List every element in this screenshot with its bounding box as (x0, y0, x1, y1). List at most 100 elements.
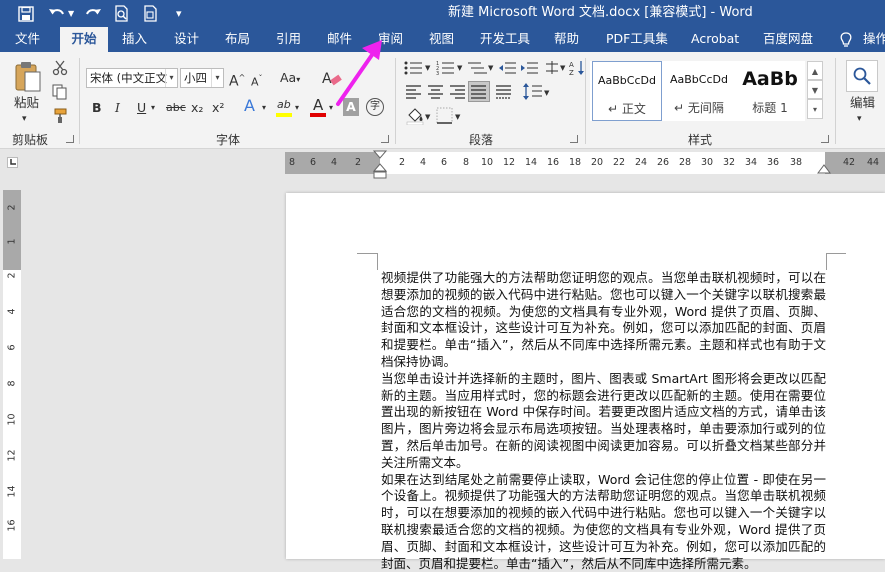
justify-button[interactable] (468, 81, 490, 102)
ruler-tick-label: 16 (546, 157, 560, 168)
highlight-button[interactable]: ab (277, 96, 291, 114)
clipboard-launcher-icon[interactable] (66, 135, 74, 143)
paragraph-launcher-icon[interactable] (570, 135, 578, 143)
ruler-tick-label: 12 (502, 157, 516, 168)
document-page[interactable]: 视频提供了功能强大的方法帮助您证明您的观点。当您单击联机视频时，可以在想要添加的… (286, 193, 885, 571)
font-name-combo[interactable]: 宋体 (中文正文 ▾ (86, 68, 178, 88)
paragraph[interactable]: 视频提供了功能强大的方法帮助您证明您的观点。当您单击联机视频时，可以在想要添加的… (381, 270, 826, 371)
subscript-button[interactable]: x₂ (191, 99, 203, 117)
styles-launcher-icon[interactable] (821, 135, 829, 143)
style-no-spacing-sample: AaBbCcDd (670, 73, 728, 86)
distributed-icon[interactable] (496, 85, 512, 102)
editing-dropdown-icon[interactable]: ▾ (857, 110, 862, 128)
lightbulb-icon[interactable] (839, 27, 853, 52)
undo-dropdown-icon[interactable]: ▼ (68, 0, 74, 27)
multilevel-list-icon[interactable]: ▼ (467, 61, 495, 78)
text-effects-dropdown-icon[interactable]: ▾ (262, 99, 266, 117)
highlight-dropdown-icon[interactable]: ▾ (295, 99, 299, 117)
style-scroll-up-icon[interactable]: ▲ (807, 61, 823, 80)
editing-button[interactable]: 编辑 (850, 94, 875, 112)
format-painter-icon[interactable] (52, 108, 68, 127)
style-no-spacing[interactable]: AaBbCcDd ↵ 无间隔 (664, 61, 734, 121)
font-launcher-icon[interactable] (381, 135, 389, 143)
copy-icon[interactable] (52, 84, 68, 103)
bullets-icon[interactable]: ▼ (404, 61, 432, 78)
align-left-icon[interactable] (406, 85, 422, 102)
superscript-button[interactable]: x² (212, 99, 224, 117)
ruler-tick-label: 28 (678, 157, 692, 168)
font-name-dropdown-icon[interactable]: ▾ (165, 69, 177, 87)
tab-design[interactable]: 设计 (174, 27, 199, 52)
style-heading-1[interactable]: AaBb 标题 1 (736, 61, 804, 121)
text-effects-button[interactable]: A (244, 97, 255, 115)
document-body[interactable]: 视频提供了功能强大的方法帮助您证明您的观点。当您单击联机视频时，可以在想要添加的… (381, 270, 826, 572)
undo-icon[interactable] (48, 0, 66, 27)
print-preview-icon[interactable] (114, 0, 130, 27)
style-normal[interactable]: AaBbCcDd ↵ 正文 (592, 61, 662, 121)
sort-icon[interactable]: AZ (569, 60, 585, 79)
indent-markers-icon[interactable] (372, 150, 388, 180)
line-spacing-icon[interactable]: ▼ (523, 83, 551, 104)
change-case-button[interactable]: Aa▾ (280, 69, 300, 89)
style-more-icon[interactable]: ▾ (807, 99, 823, 119)
tab-insert[interactable]: 插入 (122, 27, 147, 52)
underline-button[interactable]: U (137, 99, 146, 117)
tab-layout[interactable]: 布局 (225, 27, 250, 52)
ruler-tick-label: 16 (6, 519, 18, 532)
increase-indent-icon[interactable] (521, 61, 539, 78)
ruler-tick-label: 6 (6, 344, 18, 351)
paragraph[interactable]: 当您单击设计并选择新的主题时，图片、图表或 SmartArt 图形将会更改以匹配… (381, 371, 826, 472)
chinese-layout-icon[interactable]: ▼ (545, 61, 567, 78)
vertical-ruler[interactable]: 2 1 2 4 6 8 10 12 14 16 (3, 190, 21, 559)
ruler-tick-label: 6 (440, 157, 448, 168)
redo-icon[interactable] (84, 0, 102, 27)
tab-home[interactable]: 开始 (60, 27, 108, 52)
paragraph[interactable]: 如果在达到结尾处之前需要停止读取，Word 会记住您的停止位置 - 即使在另一个… (381, 472, 826, 572)
styles-group-label: 样式 (688, 133, 713, 147)
tab-baidu-netdisk[interactable]: 百度网盘 (763, 27, 813, 52)
tab-file[interactable]: 文件 (15, 27, 40, 52)
align-right-icon[interactable] (450, 85, 466, 102)
annotation-arrow-icon (336, 40, 382, 106)
find-icon[interactable] (846, 60, 878, 92)
italic-button[interactable]: I (115, 99, 120, 117)
tab-selector-icon[interactable] (7, 157, 18, 168)
cut-icon[interactable] (52, 60, 68, 79)
highlight-color-bar (276, 113, 292, 117)
tab-pdf-tools[interactable]: PDF工具集 (606, 27, 668, 52)
new-doc-icon[interactable] (143, 0, 159, 27)
bold-button[interactable]: B (92, 99, 102, 117)
customize-icon[interactable]: ▾ (176, 0, 182, 27)
numbering-icon[interactable]: 1 2 3 ▼ (436, 61, 464, 78)
font-size-dropdown-icon[interactable]: ▾ (211, 69, 223, 87)
font-size-combo[interactable]: 小四 ▾ (180, 68, 224, 88)
crop-mark (826, 253, 827, 270)
shading-icon[interactable]: ▼ (406, 107, 432, 128)
svg-text:A: A (569, 61, 574, 69)
save-icon[interactable] (18, 0, 34, 27)
grow-font-button[interactable]: A^ (229, 69, 245, 91)
right-indent-icon[interactable] (817, 162, 831, 174)
style-gallery-scroll[interactable]: ▲ ▼ ▾ (807, 61, 823, 121)
style-scroll-down-icon[interactable]: ▼ (807, 80, 823, 99)
tab-references[interactable]: 引用 (276, 27, 301, 52)
borders-icon[interactable]: ▼ (436, 107, 464, 128)
svg-text:Z: Z (569, 69, 574, 76)
ruler-corner (0, 150, 30, 180)
tab-developer[interactable]: 开发工具 (480, 27, 530, 52)
decrease-indent-icon[interactable] (499, 61, 517, 78)
shrink-font-button[interactable]: Aˇ (251, 70, 263, 92)
tab-help[interactable]: 帮助 (554, 27, 579, 52)
tab-view[interactable]: 视图 (429, 27, 454, 52)
font-color-button[interactable]: A (313, 96, 323, 114)
paste-dropdown-icon[interactable]: ▾ (22, 110, 27, 128)
tab-tell-me[interactable]: 操作 (863, 27, 885, 52)
tab-acrobat[interactable]: Acrobat (691, 27, 739, 52)
paste-icon[interactable] (14, 61, 42, 93)
underline-dropdown-icon[interactable]: ▾ (151, 99, 155, 117)
svg-text:▼: ▼ (544, 89, 550, 97)
style-normal-name: ↵ 正文 (608, 102, 646, 116)
align-center-icon[interactable] (428, 85, 444, 102)
strikethrough-button[interactable]: abc (166, 99, 186, 117)
document-title: 新建 Microsoft Word 文档.docx [兼容模式] - Word (448, 5, 753, 20)
